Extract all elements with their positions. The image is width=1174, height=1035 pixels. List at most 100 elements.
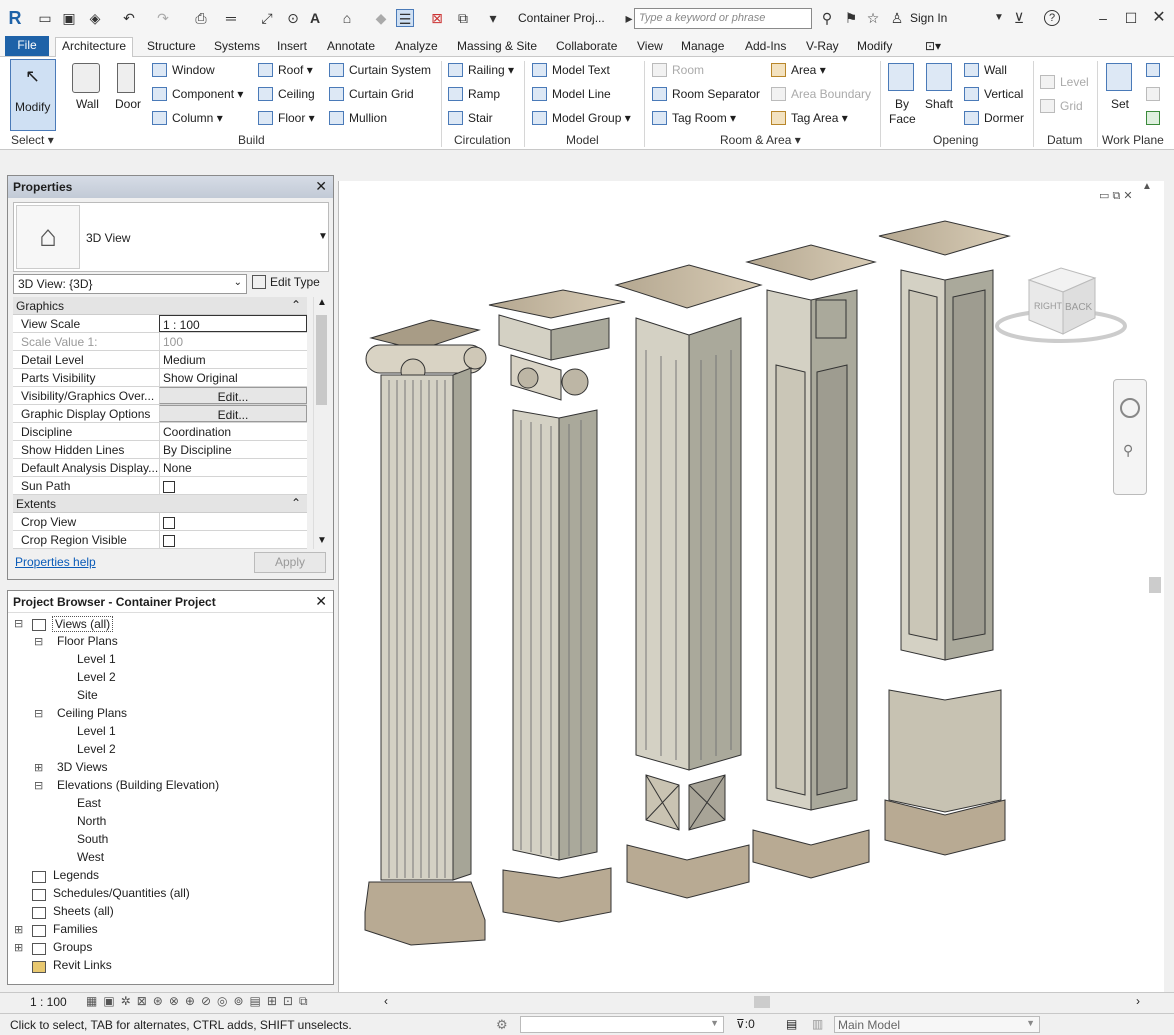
filter-icon[interactable]: ⊽ [736,1017,745,1031]
vertical-opening-button[interactable]: Vertical [964,87,1023,101]
floor-button[interactable]: Floor ▾ [258,111,315,125]
tree-item[interactable]: Schedules/Quantities (all) [53,886,190,900]
scroll-right-icon[interactable]: › [1136,994,1140,1008]
favorites-icon[interactable]: ☆ [864,9,882,27]
area-button[interactable]: Area ▾ [771,63,826,77]
tag-area-button[interactable]: Tag Area ▾ [771,111,848,125]
design-options-icon[interactable]: ▥ [812,1017,823,1031]
subscription-icon[interactable]: ⚑ [842,9,860,27]
tree-item[interactable]: Level 1 [77,652,116,666]
ribbon-options-icon[interactable]: ⊡▾ [925,38,941,57]
scroll-up-icon[interactable]: ▲ [317,297,327,308]
tab-insert[interactable]: Insert [277,38,307,57]
tree-root-views[interactable]: Views (all) [52,616,114,632]
close-hidden-icon[interactable]: ⊠ [428,9,446,27]
tree-item[interactable]: Legends [53,868,99,882]
print-icon[interactable]: ⎙ [192,9,210,27]
shaft-button[interactable]: Shaft [925,97,953,111]
tree-item[interactable]: West [77,850,104,864]
viewer-icon[interactable] [1146,111,1160,125]
edit-button[interactable]: Edit... [159,387,307,404]
view-window-controls[interactable]: ▭ ⧉ ✕ [1099,189,1133,203]
dormer-button[interactable]: Dormer [964,111,1024,125]
sync-icon[interactable]: ◈ [86,9,104,27]
steering-wheel-icon[interactable] [1120,398,1140,418]
close-icon[interactable]: ✕ [315,593,327,610]
group-extents[interactable]: Extents ⌃ [13,495,307,513]
dimension-icon[interactable]: ⤢ [258,9,276,27]
tab-vray[interactable]: V-Ray [806,38,839,57]
signin-dropdown-icon[interactable]: ▼ [990,9,1008,27]
editable-only-icon[interactable]: ▤ [786,1017,797,1031]
edit-button[interactable]: Edit... [159,405,307,422]
worksets-icon[interactable]: ⚙ [496,1017,508,1033]
model-text-button[interactable]: Model Text [532,63,610,77]
prop-value[interactable] [159,477,307,494]
prop-value[interactable]: Show Original [159,369,307,386]
tag-icon[interactable]: ⊙ [284,9,302,27]
room-button[interactable]: Room [652,63,704,77]
prop-value[interactable]: None [159,459,307,476]
save-icon[interactable]: ▣ [60,9,78,27]
tall-paneled-column[interactable] [878,220,1011,856]
binoculars-icon[interactable]: ⚲ [818,9,836,27]
measure-icon[interactable]: ═ [222,9,240,27]
model-line-button[interactable]: Model Line [532,87,611,101]
scroll-left-icon[interactable]: ‹ [384,994,388,1008]
tab-file[interactable]: File [5,36,49,56]
tab-manage[interactable]: Manage [681,38,724,57]
tag-room-button[interactable]: Tag Room ▾ [652,111,736,125]
tree-item[interactable]: Families [53,922,98,936]
tree-item[interactable]: Site [77,688,98,702]
railing-button[interactable]: Railing ▾ [448,63,514,77]
tab-massing-site[interactable]: Massing & Site [457,38,537,57]
wall-opening-button[interactable]: Wall [964,63,1007,77]
text-icon[interactable]: A [306,9,324,27]
expand-toggle-icon[interactable]: ⊟ [34,635,43,648]
component-button[interactable]: Component ▾ [152,87,243,101]
level-button[interactable]: Level [1040,75,1089,89]
3d-view-icon[interactable]: ⌂ [338,9,356,27]
crop-region-checkbox[interactable] [163,535,175,547]
switch-windows-icon[interactable]: ⧉ [454,9,472,27]
window-button[interactable]: Window [152,63,215,77]
cart-icon[interactable]: ⊻ [1010,9,1028,27]
fluted-panel-column[interactable] [614,264,763,899]
expand-toggle-icon[interactable]: ⊟ [34,779,43,792]
tab-architecture[interactable]: Architecture [55,37,134,58]
close-icon[interactable]: ✕ [315,178,327,195]
tab-modify[interactable]: Modify [857,38,892,57]
tab-add-ins[interactable]: Add-Ins [745,38,786,57]
tree-item[interactable]: South [77,832,108,846]
tree-item[interactable]: Groups [53,940,92,954]
sign-in-button[interactable]: Sign In [910,11,947,25]
column-button[interactable]: Column ▾ [152,111,223,125]
maximize-icon[interactable]: ☐ [1122,9,1140,27]
stair-button[interactable]: Stair [448,111,493,125]
tree-item[interactable]: Revit Links [53,958,112,972]
undo-icon[interactable]: ↶ [120,9,138,27]
edit-type-button[interactable]: Edit Type [252,275,320,289]
open-icon[interactable]: ▭ [36,9,54,27]
tree-item[interactable]: East [77,796,101,810]
customize-qat-icon[interactable]: ▾ [484,9,502,27]
expand-toggle-icon[interactable]: ⊞ [14,923,23,936]
navigation-bar[interactable]: ⚲ [1113,379,1147,495]
minimize-icon[interactable]: – [1094,9,1112,27]
modify-button[interactable]: ↖ Modify [10,59,56,131]
prop-value[interactable]: Medium [159,351,307,368]
door-button[interactable]: Door [115,97,141,111]
grid-button[interactable]: Grid [1040,99,1083,113]
type-selector[interactable]: ⌂ 3D View ▼ [13,202,329,272]
tree-item[interactable]: North [77,814,106,828]
scroll-thumb[interactable] [316,315,327,405]
prop-value[interactable]: By Discipline [159,441,307,458]
redo-icon[interactable]: ↷ [154,9,172,27]
tree-item[interactable]: Sheets (all) [53,904,114,918]
view-canvas[interactable]: RIGHT BACK ▭ ⧉ ✕ ▲ ⚲ [338,181,1164,992]
thin-lines-icon[interactable]: ☰ [396,9,414,27]
rosette-column[interactable] [488,289,626,923]
help-icon[interactable]: ? [1044,10,1060,26]
tab-structure[interactable]: Structure [147,38,196,57]
revit-logo-icon[interactable]: R [6,9,24,27]
